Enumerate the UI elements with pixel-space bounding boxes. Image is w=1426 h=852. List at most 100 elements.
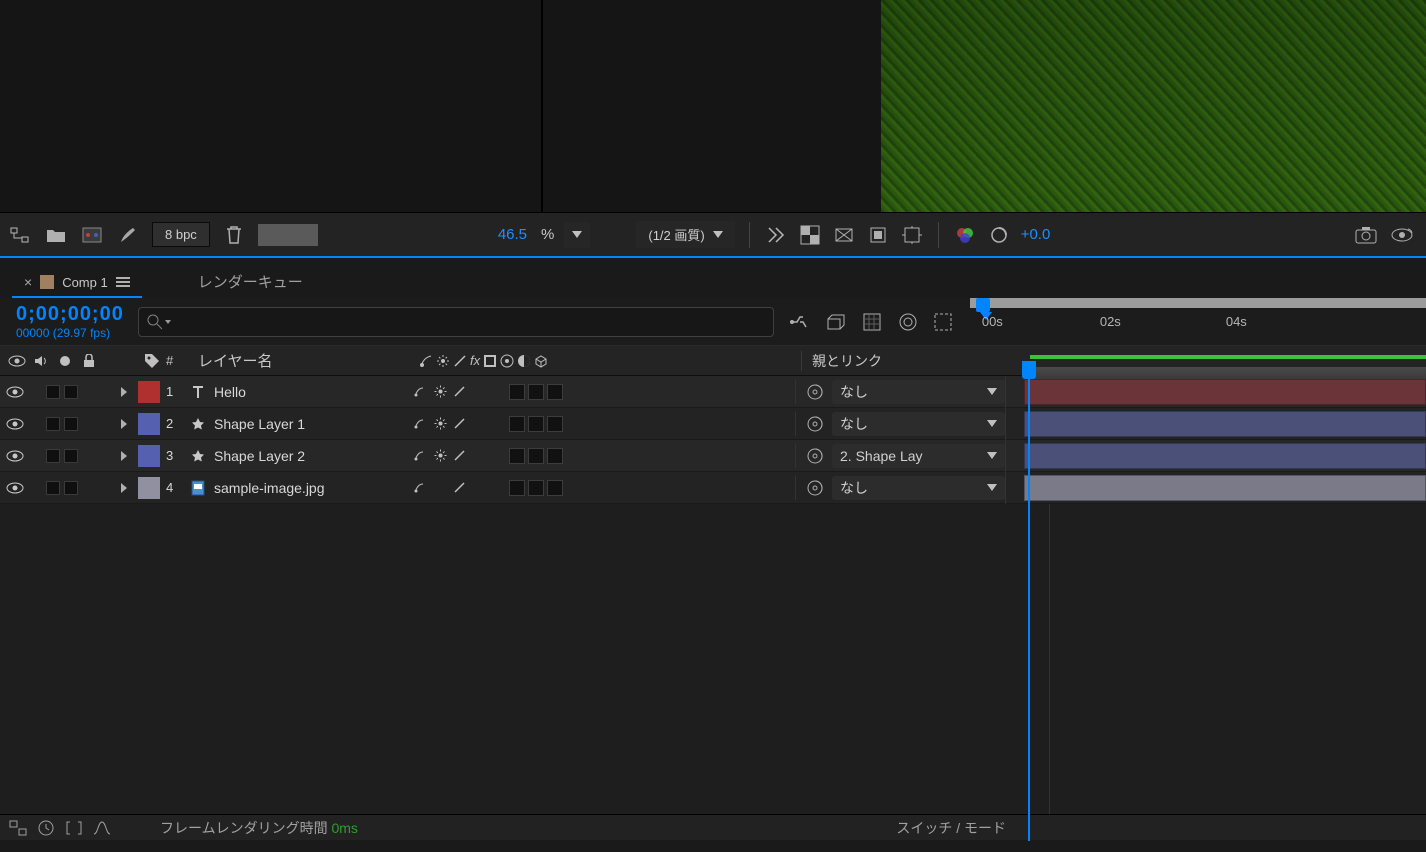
twirl-arrow[interactable] (110, 387, 138, 397)
layer-switches[interactable] (405, 384, 795, 400)
lock-column-icon[interactable] (80, 352, 98, 370)
eye-column-icon[interactable] (8, 352, 26, 370)
layer-name[interactable]: Shape Layer 1 (190, 416, 405, 432)
pickwhip-icon[interactable] (806, 447, 824, 465)
twirl-arrow[interactable] (110, 451, 138, 461)
solo-box[interactable] (46, 417, 60, 431)
layer-name[interactable]: sample-image.jpg (190, 480, 405, 496)
show-snapshot-icon[interactable] (1390, 223, 1414, 247)
current-time-indicator[interactable] (976, 298, 990, 312)
layer-switches[interactable] (405, 480, 795, 496)
lock-box[interactable] (64, 449, 78, 463)
layer-row[interactable]: 1Hello なし (0, 376, 1426, 408)
frame-blend-icon[interactable] (896, 310, 920, 334)
motion-blur-icon[interactable] (932, 310, 956, 334)
label-column-icon[interactable] (138, 353, 166, 369)
ruler-tick: 02s (1100, 314, 1121, 329)
render-time-icon[interactable] (36, 818, 56, 838)
resolution-dropdown[interactable]: (1/2 画質) (636, 221, 734, 248)
lock-box[interactable] (64, 481, 78, 495)
transparency-grid-icon[interactable] (798, 223, 822, 247)
layer-name[interactable]: Hello (190, 384, 405, 400)
snapshot-icon[interactable] (1354, 223, 1378, 247)
layer-label-color[interactable] (138, 381, 160, 403)
layer-column-header: # レイヤー名 fx 親とリンク (0, 346, 1426, 376)
solo-column-icon[interactable] (56, 352, 74, 370)
parent-dropdown[interactable]: 2. Shape Lay (832, 444, 1005, 468)
pickwhip-icon[interactable] (806, 415, 824, 433)
layer-label-color[interactable] (138, 477, 160, 499)
parent-dropdown[interactable]: なし (832, 380, 1005, 404)
visibility-toggle[interactable] (6, 383, 24, 401)
color-swatch[interactable] (258, 224, 318, 246)
twirl-arrow[interactable] (110, 419, 138, 429)
bit-depth-button[interactable]: 8 bpc (152, 222, 210, 247)
parent-dropdown[interactable]: なし (832, 412, 1005, 436)
tab-render-queue[interactable]: レンダーキュー (186, 263, 315, 298)
solo-box[interactable] (46, 385, 60, 399)
layer-row[interactable]: 2Shape Layer 1 なし (0, 408, 1426, 440)
lock-box[interactable] (64, 385, 78, 399)
layer-timeline-bar[interactable] (1005, 376, 1426, 408)
zoom-value[interactable]: 46.5 (498, 226, 527, 243)
visibility-toggle[interactable] (6, 447, 24, 465)
current-timecode[interactable]: 0;00;00;00 (16, 303, 124, 326)
layer-label-color[interactable] (138, 445, 160, 467)
graph-editor-icon[interactable] (92, 818, 112, 838)
solo-box[interactable] (46, 449, 60, 463)
layer-name-column-header[interactable]: レイヤー名 (196, 350, 411, 371)
layer-switches[interactable] (405, 416, 795, 432)
tab-comp-1[interactable]: × Comp 1 (12, 266, 142, 298)
visibility-toggle[interactable] (6, 415, 24, 433)
audio-column-icon[interactable] (32, 352, 50, 370)
layer-label-color[interactable] (138, 413, 160, 435)
color-management-icon[interactable] (953, 223, 977, 247)
close-tab-icon[interactable]: × (24, 274, 32, 290)
brush-icon[interactable] (116, 223, 140, 247)
tab-menu-icon[interactable] (116, 277, 130, 287)
layers-list: 1Helloなし2Shape Layer 1なし3Shape Layer 22.… (0, 376, 1426, 504)
layer-name[interactable]: Shape Layer 2 (190, 448, 405, 464)
draft-3d-icon[interactable] (824, 310, 848, 334)
layer-row[interactable]: 3Shape Layer 22. Shape Lay (0, 440, 1426, 472)
composition-preview[interactable] (543, 0, 1426, 212)
mask-icon[interactable] (832, 223, 856, 247)
trash-icon[interactable] (222, 223, 246, 247)
parent-dropdown[interactable]: なし (832, 476, 1005, 500)
hide-shy-icon[interactable] (860, 310, 884, 334)
time-ruler[interactable]: 00s 02s 04s (970, 298, 1426, 346)
brackets-icon[interactable] (64, 818, 84, 838)
switch-mode-label[interactable]: スイッチ / モード (896, 818, 1006, 838)
preview-image (881, 0, 1426, 212)
layer-switches[interactable] (405, 448, 795, 464)
fast-preview-icon[interactable] (764, 223, 788, 247)
guides-icon[interactable] (900, 223, 924, 247)
layer-timeline-bar[interactable] (1005, 408, 1426, 440)
toggle-switches-icon[interactable] (8, 818, 28, 838)
zoom-dropdown[interactable] (564, 222, 590, 248)
pickwhip-icon[interactable] (806, 479, 824, 497)
twirl-arrow[interactable] (110, 483, 138, 493)
comp-mini-flowchart-icon[interactable] (788, 310, 812, 334)
visibility-toggle[interactable] (6, 479, 24, 497)
layer-index: 1 (160, 384, 190, 399)
project-toolbar: 8 bpc 46.5 % (1/2 画質) +0.0 (0, 212, 1426, 258)
layer-type-icon (190, 480, 206, 496)
layer-timeline-bar[interactable] (1005, 472, 1426, 504)
exposure-value[interactable]: +0.0 (1021, 226, 1051, 243)
lock-box[interactable] (64, 417, 78, 431)
pickwhip-icon[interactable] (806, 383, 824, 401)
preview-area (0, 0, 1426, 212)
layer-timeline-bar[interactable] (1005, 440, 1426, 472)
folder-icon[interactable] (44, 223, 68, 247)
new-comp-icon[interactable] (80, 223, 104, 247)
zoom-unit: % (541, 226, 554, 243)
solo-box[interactable] (46, 481, 60, 495)
flowchart-icon[interactable] (8, 223, 32, 247)
parent-link-column-header[interactable]: 親とリンク (801, 351, 1011, 371)
region-icon[interactable] (866, 223, 890, 247)
layer-row[interactable]: 4sample-image.jpgなし (0, 472, 1426, 504)
reset-exposure-icon[interactable] (987, 223, 1011, 247)
layer-index: 2 (160, 416, 190, 431)
layer-search-input[interactable] (138, 307, 774, 337)
